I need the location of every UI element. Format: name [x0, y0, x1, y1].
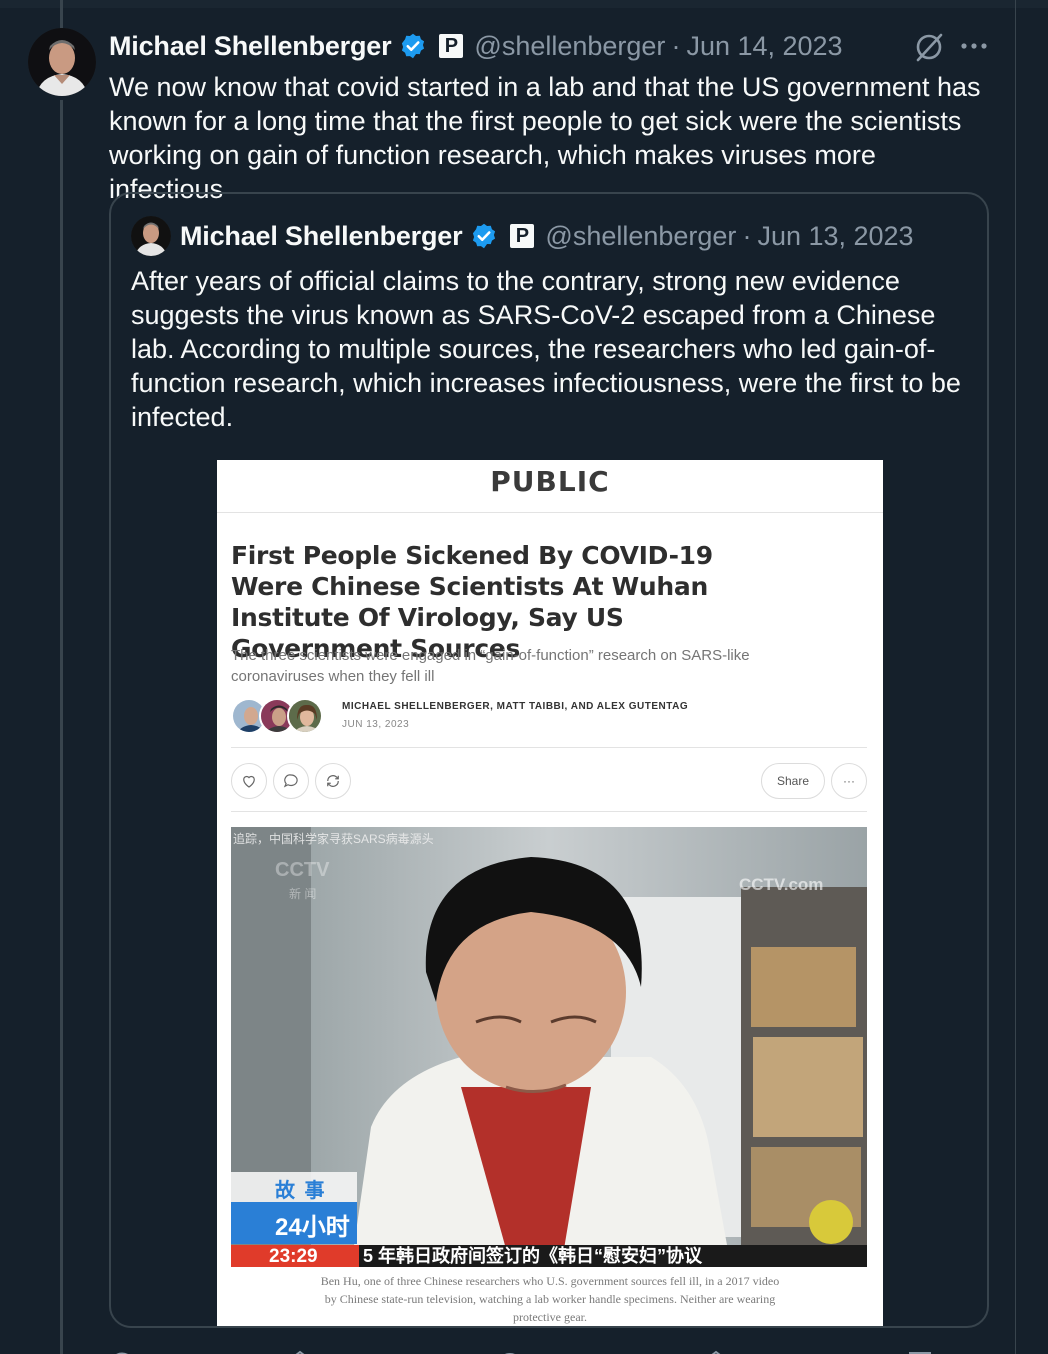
quoted-text: After years of official claims to the co…	[131, 266, 961, 432]
separator: ·	[742, 220, 752, 251]
article-date: JUN 13, 2023	[342, 719, 410, 730]
author-name[interactable]: Michael Shellenberger	[109, 31, 392, 62]
grok-icon[interactable]	[912, 30, 946, 64]
share-button: Share	[761, 763, 825, 799]
quoted-tweet[interactable]: Michael Shellenberger P @shellenberger ·…	[109, 192, 989, 1328]
timeline-border	[1015, 0, 1016, 1354]
separator: ·	[671, 30, 681, 61]
photo-caption: Ben Hu, one of three Chinese researchers…	[320, 1274, 780, 1324]
program-subtitle: 24小时	[275, 1214, 350, 1241]
article-subtitle: The three scientists were engaged in “ga…	[231, 647, 750, 685]
channel-logo: CCTV	[275, 859, 330, 881]
divider	[231, 747, 867, 748]
article-actions: Share ···	[231, 763, 867, 799]
heart-icon	[231, 763, 267, 799]
verified-badge-icon[interactable]	[470, 222, 498, 250]
watermark: CCTV.com	[739, 875, 824, 894]
article-image[interactable]: PUBLIC First People Sickened By COVID-19…	[217, 460, 883, 1326]
tweet-header: Michael Shellenberger P @shellenberger ·…	[109, 28, 843, 64]
article-photo: 追踪，中国科学家寻获SARS病毒源头 CCTV 新 闻 CCTV.com 故 事…	[231, 827, 867, 1267]
top-strip	[0, 0, 1048, 8]
comment-icon	[273, 763, 309, 799]
restack-icon	[315, 763, 351, 799]
more-icon[interactable]	[958, 30, 990, 62]
thread-line	[60, 100, 63, 1354]
publication-logo: PUBLIC	[490, 465, 610, 498]
author-handle[interactable]: @shellenberger	[474, 31, 665, 62]
thread-line-top	[60, 0, 63, 28]
ticker-text: 5 年韩日政府间签订的《韩日“慰安妇”协议	[363, 1246, 703, 1266]
divider	[231, 811, 867, 812]
affiliate-badge[interactable]: P	[510, 224, 535, 248]
ellipsis-icon: ···	[831, 763, 867, 799]
article-authors: MICHAEL SHELLENBERGER, MATT TAIBBI, AND …	[342, 701, 689, 712]
program-title: 故 事	[275, 1180, 327, 1202]
video-top-caption: 追踪，中国科学家寻获SARS病毒源头	[233, 832, 434, 846]
affiliate-badge[interactable]: P	[439, 34, 464, 58]
verified-badge-icon[interactable]	[399, 32, 427, 60]
tweet-date[interactable]: Jun 14, 2023	[686, 31, 842, 62]
ticker-time: 23:29	[269, 1246, 318, 1267]
publication-bar: PUBLIC	[217, 460, 883, 513]
author-avatar	[287, 698, 323, 734]
quoted-author-name[interactable]: Michael Shellenberger	[180, 221, 463, 252]
avatar[interactable]	[28, 28, 96, 96]
quoted-date[interactable]: Jun 13, 2023	[757, 221, 913, 252]
quoted-handle[interactable]: @shellenberger	[545, 221, 736, 252]
author-avatars	[231, 698, 329, 734]
tweet-text: We now know that covid started in a lab …	[109, 72, 981, 204]
quoted-header: Michael Shellenberger P @shellenberger ·…	[180, 218, 914, 254]
channel-sub: 新 闻	[289, 887, 317, 901]
tweet-actions-partial	[0, 1345, 1048, 1354]
quoted-avatar[interactable]	[131, 216, 171, 256]
